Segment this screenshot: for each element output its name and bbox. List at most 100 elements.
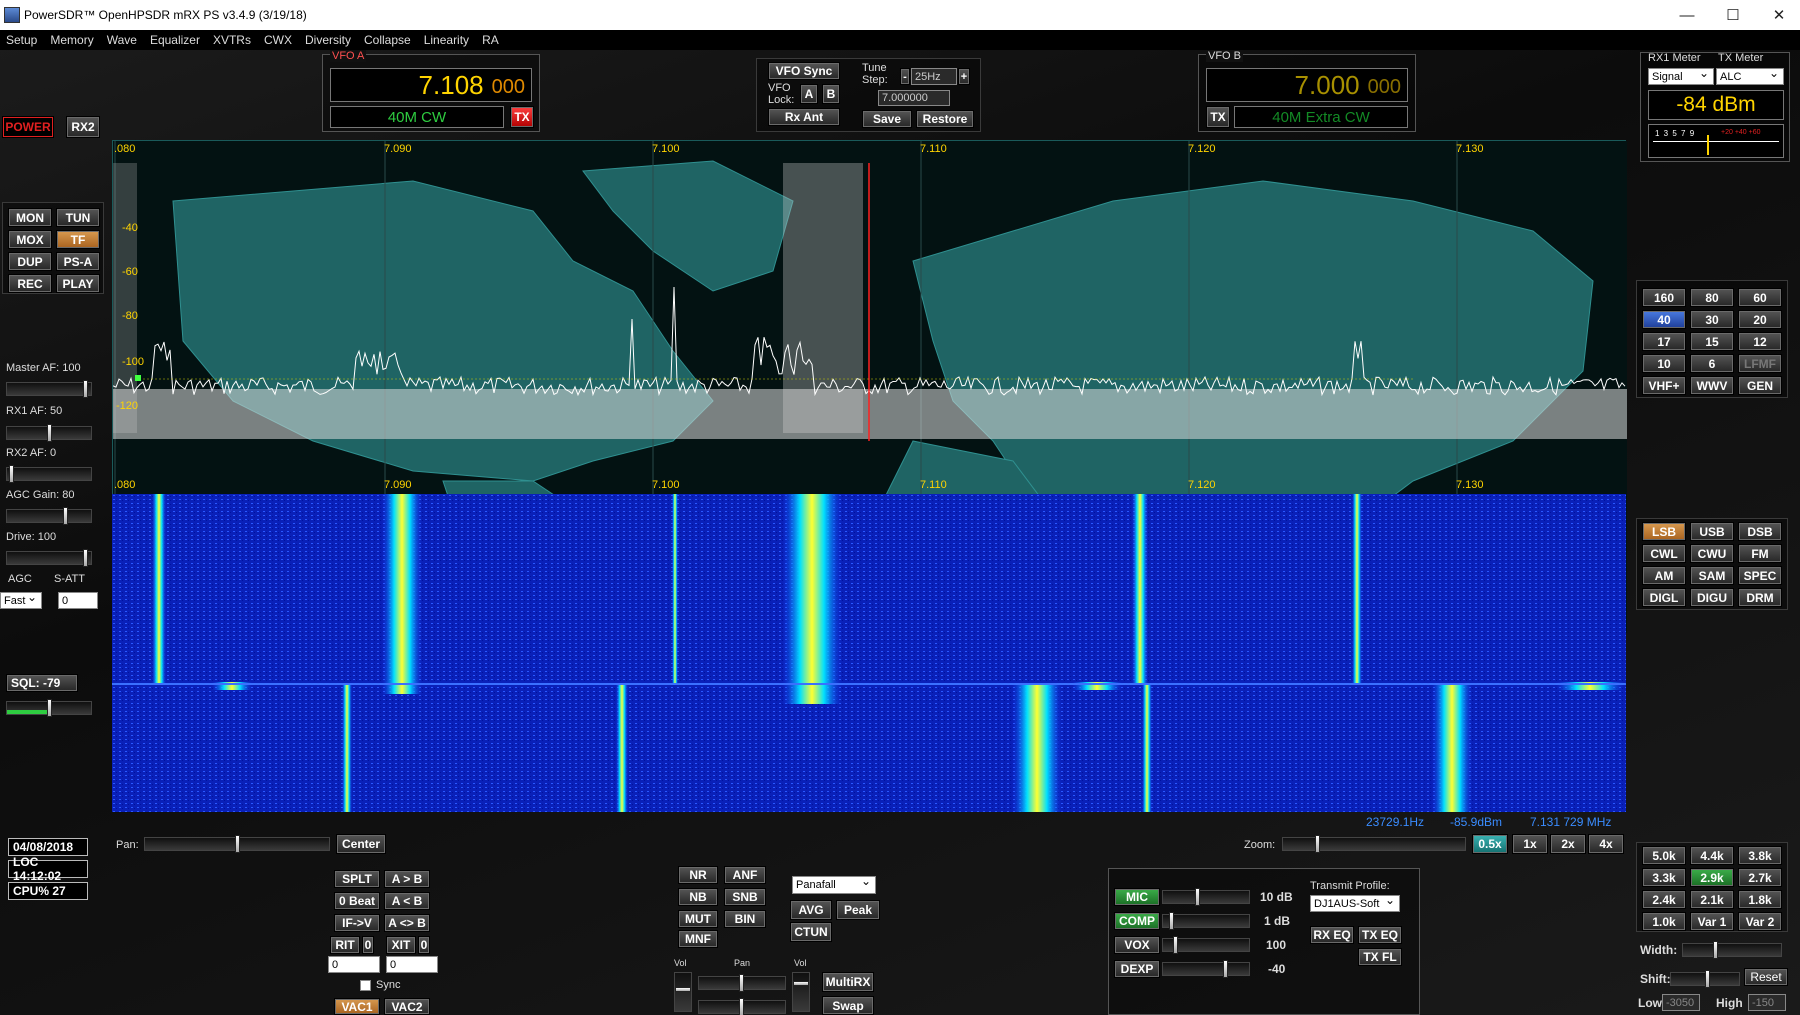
zoom-4x-button[interactable]: 4x: [1588, 834, 1624, 854]
vox-slider[interactable]: [1162, 936, 1250, 954]
b-to-a-button[interactable]: A < B: [384, 892, 430, 910]
band-button-160[interactable]: 160: [1642, 288, 1686, 307]
rx-eq-button[interactable]: RX EQ: [1310, 926, 1354, 944]
pan-slider[interactable]: [144, 835, 330, 853]
filter-shift-slider[interactable]: [1670, 970, 1740, 988]
comp-button[interactable]: COMP: [1114, 912, 1160, 930]
vfo-a-frequency-display[interactable]: 7.108 000: [330, 68, 532, 102]
filter-button-5-0k[interactable]: 5.0k: [1642, 846, 1686, 865]
filter-high-field[interactable]: -150: [1748, 994, 1786, 1011]
rit-value-field[interactable]: 0: [328, 956, 380, 973]
menu-memory[interactable]: Memory: [44, 30, 100, 50]
vfo-b-frequency-display[interactable]: 7.000 000: [1206, 68, 1408, 102]
rx1-meter-select[interactable]: Signal: [1648, 66, 1714, 85]
mic-gain-slider[interactable]: [1162, 888, 1250, 906]
memory-frequency-field[interactable]: 7.000000: [878, 90, 950, 106]
agc-mode-select[interactable]: Fast: [0, 590, 42, 609]
swap-button[interactable]: Swap: [822, 996, 874, 1015]
filter-button-3-3k[interactable]: 3.3k: [1642, 868, 1686, 887]
mode-button-fm[interactable]: FM: [1738, 544, 1782, 563]
band-button-17[interactable]: 17: [1642, 332, 1686, 351]
tune-step-select[interactable]: 25Hz: [911, 68, 957, 85]
tune-step-minus-button[interactable]: -: [900, 68, 910, 85]
mode-button-usb[interactable]: USB: [1690, 522, 1734, 541]
mode-button-am[interactable]: AM: [1642, 566, 1686, 585]
mode-button-lsb[interactable]: LSB: [1642, 522, 1686, 541]
left-button-tun[interactable]: TUN: [56, 208, 100, 227]
center-button[interactable]: Center: [336, 834, 386, 854]
band-button-gen[interactable]: GEN: [1738, 376, 1782, 395]
comp-slider[interactable]: [1162, 912, 1250, 930]
filter-button-1-8k[interactable]: 1.8k: [1738, 890, 1782, 909]
vox-button[interactable]: VOX: [1114, 936, 1160, 954]
vac2-button[interactable]: VAC2: [384, 998, 430, 1015]
menu-wave[interactable]: Wave: [101, 30, 144, 50]
band-button-15[interactable]: 15: [1690, 332, 1734, 351]
save-button[interactable]: Save: [862, 110, 912, 128]
menu-linearity[interactable]: Linearity: [418, 30, 476, 50]
restore-button[interactable]: Restore: [916, 110, 974, 128]
filter-button-3-8k[interactable]: 3.8k: [1738, 846, 1782, 865]
a-swap-b-button[interactable]: A <> B: [384, 914, 430, 932]
rx2-pan-slider[interactable]: [698, 998, 786, 1015]
band-button-vhf-plus[interactable]: VHF+: [1642, 376, 1686, 395]
left-button-rec[interactable]: REC: [8, 274, 52, 293]
mode-button-cwl[interactable]: CWL: [1642, 544, 1686, 563]
vfo-lock-a-button[interactable]: A: [800, 84, 818, 104]
agc-gain-slider[interactable]: [6, 507, 92, 525]
bin-button[interactable]: BIN: [724, 910, 766, 928]
drive-slider[interactable]: [6, 549, 92, 567]
band-button-6[interactable]: 6: [1690, 354, 1734, 373]
nb-button[interactable]: NB: [678, 888, 718, 906]
zero-beat-button[interactable]: 0 Beat: [334, 892, 380, 910]
rx1-volume-slider[interactable]: [674, 972, 692, 1012]
sync-checkbox[interactable]: [360, 980, 371, 991]
snb-button[interactable]: SNB: [724, 888, 766, 906]
filter-button-2-7k[interactable]: 2.7k: [1738, 868, 1782, 887]
left-button-ps-a[interactable]: PS-A: [56, 252, 100, 271]
filter-button-var-1[interactable]: Var 1: [1690, 912, 1734, 931]
tx-filter-button[interactable]: TX FL: [1358, 948, 1402, 966]
waterfall-display[interactable]: [112, 494, 1626, 812]
band-button-10[interactable]: 10: [1642, 354, 1686, 373]
master-af-slider[interactable]: [6, 380, 92, 398]
mode-button-digl[interactable]: DIGL: [1642, 588, 1686, 607]
mode-button-digu[interactable]: DIGU: [1690, 588, 1734, 607]
menu-equalizer[interactable]: Equalizer: [144, 30, 207, 50]
band-button-12[interactable]: 12: [1738, 332, 1782, 351]
rit-button[interactable]: RIT: [330, 936, 360, 954]
menu-diversity[interactable]: Diversity: [299, 30, 358, 50]
band-button-wwv[interactable]: WWV: [1690, 376, 1734, 395]
mnf-button[interactable]: MNF: [678, 930, 718, 948]
vac1-button[interactable]: VAC1: [334, 998, 380, 1015]
zoom-slider[interactable]: [1282, 835, 1466, 853]
band-button-lfmf[interactable]: LFMF: [1738, 354, 1782, 373]
filter-button-2-9k[interactable]: 2.9k: [1690, 868, 1734, 887]
avg-button[interactable]: AVG: [790, 900, 832, 920]
menu-collapse[interactable]: Collapse: [358, 30, 418, 50]
vfo-b-tx-button[interactable]: TX: [1206, 106, 1230, 128]
left-button-mox[interactable]: MOX: [8, 230, 52, 249]
filter-button-var-2[interactable]: Var 2: [1738, 912, 1782, 931]
maximize-icon[interactable]: ☐: [1710, 0, 1756, 30]
mode-button-drm[interactable]: DRM: [1738, 588, 1782, 607]
xit-button[interactable]: XIT: [386, 936, 416, 954]
vfo-a-tx-button[interactable]: TX: [510, 106, 534, 128]
power-button[interactable]: POWER: [2, 116, 54, 138]
tune-step-plus-button[interactable]: +: [958, 68, 970, 85]
filter-button-2-4k[interactable]: 2.4k: [1642, 890, 1686, 909]
mute-button[interactable]: MUT: [678, 910, 718, 928]
band-button-20[interactable]: 20: [1738, 310, 1782, 329]
menu-ra[interactable]: RA: [476, 30, 506, 50]
mode-button-sam[interactable]: SAM: [1690, 566, 1734, 585]
anf-button[interactable]: ANF: [724, 866, 766, 884]
tx-eq-button[interactable]: TX EQ: [1358, 926, 1402, 944]
tx-meter-select[interactable]: ALC: [1716, 66, 1784, 85]
if-to-v-button[interactable]: IF->V: [334, 914, 380, 932]
zoom-2x-button[interactable]: 2x: [1550, 834, 1586, 854]
xit-clear-button[interactable]: 0: [418, 936, 430, 954]
left-button-tf[interactable]: TF: [56, 230, 100, 249]
filter-button-2-1k[interactable]: 2.1k: [1690, 890, 1734, 909]
menu-xvtrs[interactable]: XVTRs: [207, 30, 258, 50]
dexp-button[interactable]: DEXP: [1114, 960, 1160, 978]
